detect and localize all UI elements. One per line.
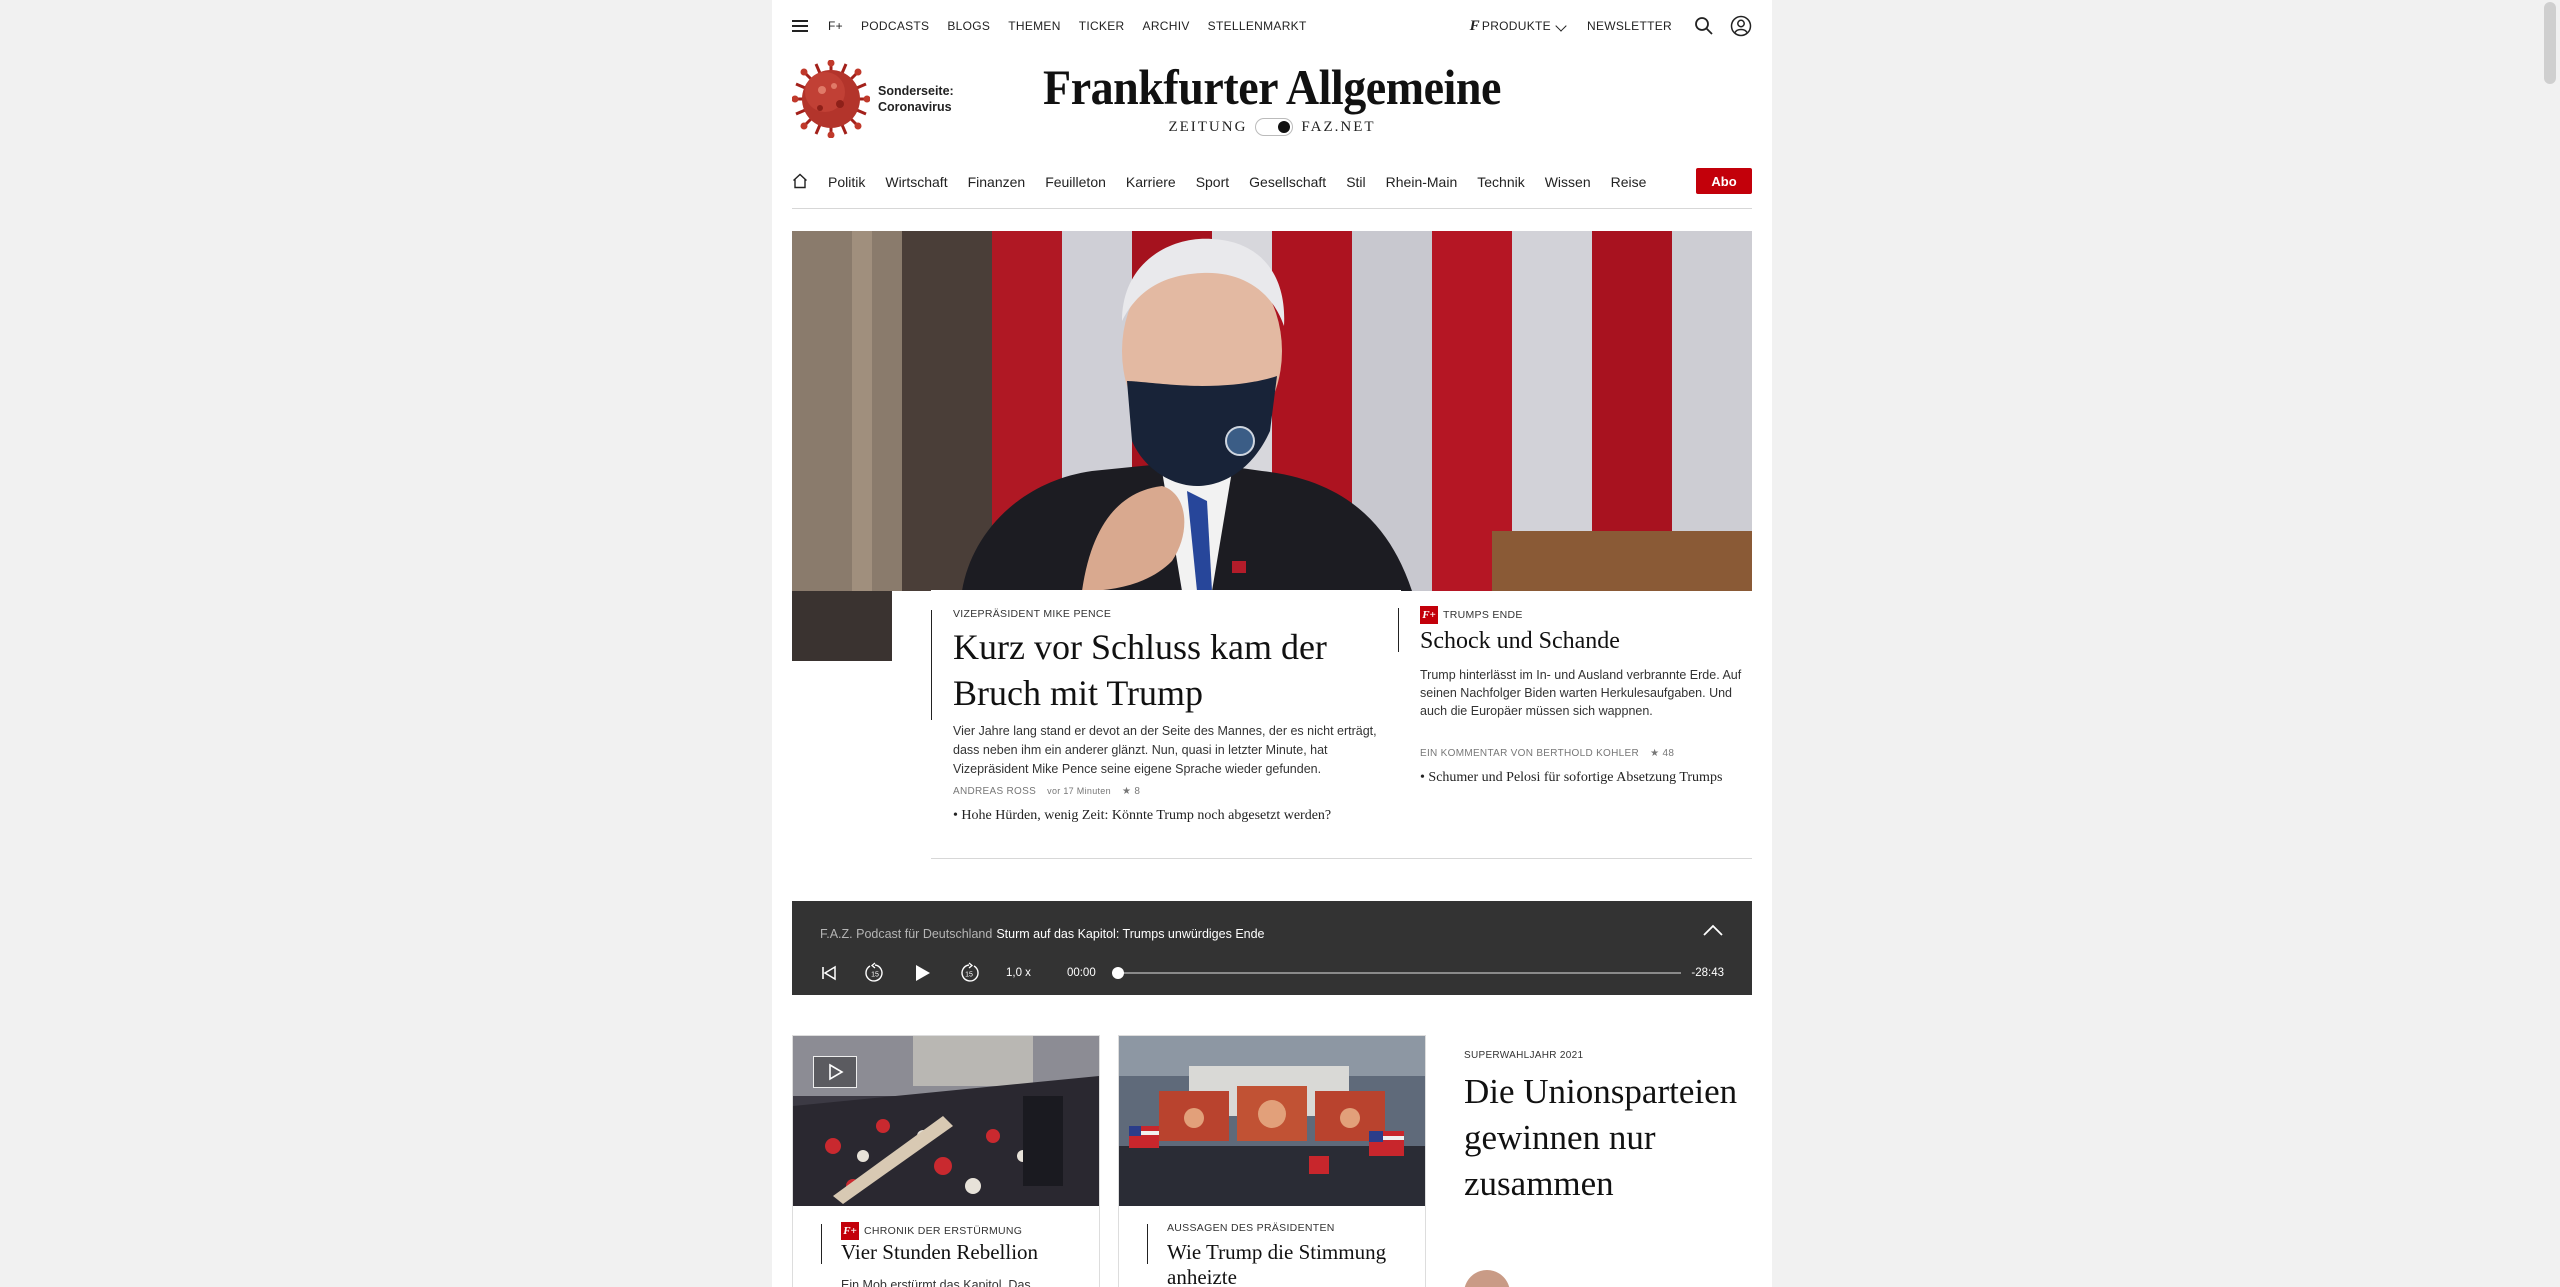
ressort-technik[interactable]: Technik [1477, 174, 1524, 190]
lead-byline: ANDREAS ROSS vor 17 Minuten ★ 8 [953, 786, 1140, 797]
author-row [1464, 1270, 1510, 1287]
ressort-wissen[interactable]: Wissen [1545, 174, 1591, 190]
scrollbar-thumb[interactable] [2544, 2, 2556, 84]
ressort-nav: Politik Wirtschaft Finanzen Feuilleton K… [792, 168, 1752, 196]
ressort-sport[interactable]: Sport [1196, 174, 1229, 190]
home-icon[interactable] [792, 173, 808, 192]
ressort-stil[interactable]: Stil [1346, 174, 1365, 190]
newsletter-link[interactable]: NEWSLETTER [1587, 19, 1672, 33]
nav-link-themen[interactable]: THEMEN [1008, 19, 1060, 33]
ressort-karriere[interactable]: Karriere [1126, 174, 1176, 190]
card-kicker: CHRONIK DER ERSTÜRMUNG [864, 1225, 1023, 1237]
side-byline: EIN KOMMENTAR VON BERTHOLD KOHLER ★ 48 [1420, 748, 1674, 759]
video-icon [813, 1056, 857, 1088]
card-teaser: Ein Mob erstürmt das Kapitol. Das [841, 1278, 1031, 1287]
hero-image[interactable] [792, 231, 1752, 591]
nav-link-stellenmarkt[interactable]: STELLENMARKT [1208, 19, 1307, 33]
produkte-dropdown[interactable]: F PRODUKTE [1469, 17, 1567, 35]
rewind-15-icon[interactable]: 15 [864, 962, 886, 984]
divider [1147, 1224, 1148, 1264]
lead-comments-count[interactable]: ★ 8 [1122, 786, 1140, 797]
side-teaser: Trump hinterlässt im In- und Ausland ver… [1420, 668, 1742, 718]
svg-text:15: 15 [965, 972, 973, 979]
card-kicker: AUSSAGEN DES PRÄSIDENTEN [1167, 1222, 1335, 1234]
faz-f-icon: F [1469, 17, 1480, 34]
ressort-gesellschaft[interactable]: Gesellschaft [1249, 174, 1326, 190]
forward-15-icon[interactable]: 15 [958, 962, 980, 984]
side-kicker: TRUMPS ENDE [1443, 609, 1523, 621]
fplus-icon: F+ [1420, 606, 1438, 624]
lead-teaser: Vier Jahre lang stand er devot an der Se… [953, 724, 1377, 776]
ressort-politik[interactable]: Politik [828, 174, 865, 190]
topstory-headline[interactable]: Die Unionsparteien gewinnen nur zusammen [1464, 1069, 1764, 1207]
ressort-feuilleton[interactable]: Feuilleton [1045, 174, 1106, 190]
ressort-finanzen[interactable]: Finanzen [968, 174, 1026, 190]
divider [1398, 608, 1399, 652]
nav-link-podcasts[interactable]: PODCASTS [861, 19, 929, 33]
playback-speed-button[interactable]: 1,0 x [1006, 967, 1031, 979]
podcast-episode-title: Sturm auf das Kapitol: Trumps unwürdiges… [996, 927, 1265, 941]
lead-article[interactable]: VIZEPRÄSIDENT MIKE PENCE Kurz vor Schlus… [931, 590, 1401, 860]
side-comments-count[interactable]: ★ 48 [1650, 748, 1674, 759]
card-headline[interactable]: Wie Trump die Stimmung anheizte [1167, 1240, 1417, 1287]
collapse-chevron-up-icon[interactable] [1702, 923, 1724, 942]
search-icon[interactable] [1694, 16, 1714, 36]
play-icon[interactable] [912, 963, 932, 983]
edition-faznet-label: FAZ.NET [1301, 118, 1376, 135]
logo-title: Frankfurter Allgemeine [1043, 59, 1501, 115]
nav-link-archiv[interactable]: ARCHIV [1143, 19, 1190, 33]
avatar [1464, 1270, 1510, 1287]
ressort-wirtschaft[interactable]: Wirtschaft [885, 174, 947, 190]
trump-rally-image [1119, 1036, 1425, 1206]
lead-kicker: VIZEPRÄSIDENT MIKE PENCE [953, 608, 1112, 620]
page: F+ PODCASTS BLOGS THEMEN TICKER ARCHIV S… [772, 0, 1772, 1287]
side-article[interactable]: F+ TRUMPS ENDE Schock und Schande Trump … [1398, 598, 1752, 798]
article-card[interactable]: AUSSAGEN DES PRÄSIDENTEN Wie Trump die S… [1118, 1035, 1426, 1287]
article-card[interactable]: F+ CHRONIK DER ERSTÜRMUNG Vier Stunden R… [792, 1035, 1100, 1287]
side-related-link[interactable]: • Schumer und Pelosi für sofortige Abset… [1420, 770, 1722, 786]
side-headline[interactable]: Schock und Schande [1420, 626, 1620, 656]
produkte-label: PRODUKTE [1481, 18, 1551, 33]
nav-link-fplus[interactable]: F+ [828, 19, 843, 33]
lead-time: vor 17 Minuten [1047, 786, 1111, 796]
user-icon[interactable] [1730, 15, 1752, 37]
card-headline[interactable]: Vier Stunden Rebellion [841, 1240, 1091, 1265]
lead-author[interactable]: ANDREAS ROSS [953, 786, 1036, 797]
side-author[interactable]: EIN KOMMENTAR VON BERTHOLD KOHLER [1420, 748, 1639, 759]
podcast-series: F.A.Z. Podcast für Deutschland [820, 927, 993, 941]
edition-toggle[interactable] [1255, 118, 1294, 136]
nav-link-blogs[interactable]: BLOGS [947, 19, 990, 33]
fplus-icon: F+ [841, 1222, 859, 1240]
skip-back-icon[interactable] [820, 964, 838, 982]
nav-link-ticker[interactable]: TICKER [1079, 19, 1125, 33]
current-time: 00:00 [1066, 967, 1096, 979]
lead-related-link[interactable]: • Hohe Hürden, wenig Zeit: Könnte Trump … [953, 808, 1331, 824]
top-nav: F+ PODCASTS BLOGS THEMEN TICKER ARCHIV S… [792, 14, 1752, 38]
topstory-kicker: SUPERWAHLJAHR 2021 [1464, 1050, 1584, 1061]
progress-knob[interactable] [1111, 967, 1124, 979]
divider [821, 1224, 822, 1264]
hero-image-edge [792, 591, 892, 661]
podcast-player: F.A.Z. Podcast für Deutschland Sturm auf … [792, 901, 1752, 995]
faz-logo[interactable]: Frankfurter Allgemeine ZEITUNG FAZ.NET [772, 60, 1772, 136]
menu-icon[interactable] [792, 20, 808, 32]
podcast-title-row[interactable]: F.A.Z. Podcast für Deutschland Sturm auf … [820, 927, 1265, 941]
divider [931, 610, 932, 720]
svg-text:15: 15 [871, 972, 879, 979]
abo-button[interactable]: Abo [1696, 168, 1752, 194]
progress-slider[interactable] [1111, 967, 1682, 979]
ressort-rhein-main[interactable]: Rhein-Main [1386, 174, 1458, 190]
edition-zeitung-label: ZEITUNG [1168, 118, 1248, 135]
lead-headline[interactable]: Kurz vor Schluss kam der Bruch mit Trump [953, 624, 1393, 716]
divider [931, 858, 1752, 859]
chevron-down-icon [1555, 19, 1567, 32]
divider [792, 208, 1752, 209]
page-scrollbar[interactable] [2540, 0, 2560, 1287]
remaining-time: -28:43 [1691, 967, 1724, 979]
capitol-storming-image [793, 1036, 1099, 1206]
ressort-reise[interactable]: Reise [1611, 174, 1647, 190]
topstory-article[interactable]: SUPERWAHLJAHR 2021 Die Unionsparteien ge… [1464, 1050, 1764, 1207]
